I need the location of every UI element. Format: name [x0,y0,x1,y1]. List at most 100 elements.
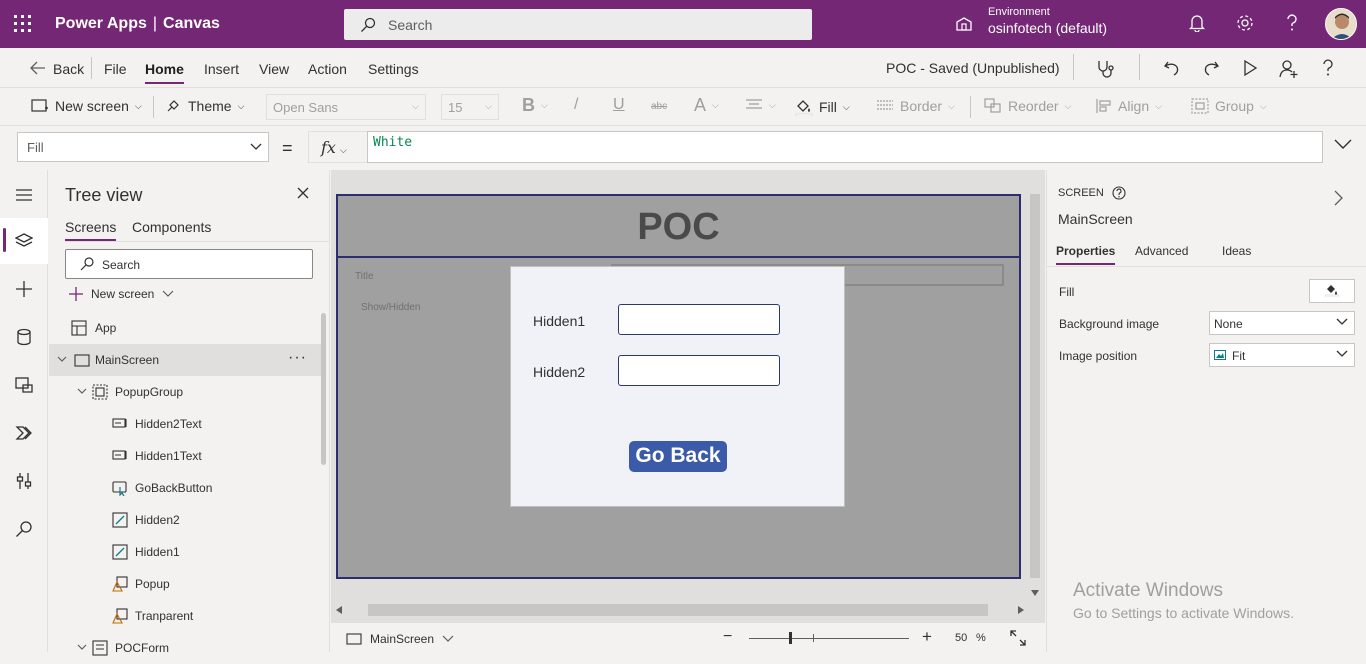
menu-action[interactable]: Action [308,61,347,77]
theme-button[interactable]: Theme ⌵ [166,98,244,114]
undo-icon[interactable] [1163,59,1181,77]
back-arrow-icon[interactable] [30,61,46,75]
strikethrough-button[interactable]: abc [651,101,667,112]
tab-screens[interactable]: Screens [65,219,117,241]
expand-formula-chevron-icon[interactable] [1334,139,1352,149]
help-icon[interactable] [1285,14,1299,32]
hidden2-label[interactable]: Hidden2 [533,364,585,380]
menu-view[interactable]: View [259,61,289,77]
help-question-icon[interactable] [1321,59,1335,77]
preview-play-icon[interactable] [1242,59,1258,77]
settings-gear-icon[interactable] [1236,14,1254,32]
tree-new-screen-button[interactable]: New screen [69,287,174,301]
environment-name[interactable]: osinfotech (default) [988,20,1107,36]
main-screen-preview[interactable]: POC Title Show/Hidden Hidden1 Hidden2 Go… [336,194,1021,579]
tree-item-hidden1text[interactable]: Hidden1Text [49,440,321,472]
insert-plus-icon[interactable] [15,280,33,298]
tree-item-popupgroup[interactable]: PopupGroup [49,376,321,408]
chevron-down-icon[interactable] [77,388,87,395]
scroll-right-arrow-icon[interactable] [1018,606,1024,614]
font-size-select[interactable]: 15 ⌵ [441,94,499,120]
tree-item-pocform[interactable]: POCForm [49,632,321,664]
italic-button[interactable]: / [574,96,578,114]
search-icon[interactable] [15,520,33,538]
fill-color-picker[interactable] [1309,279,1355,303]
show-hidden-label[interactable]: Show/Hidden [361,302,420,313]
border-button[interactable]: Border ⌵ [876,98,955,114]
power-automate-icon[interactable] [15,424,33,442]
app-launcher-icon[interactable] [14,15,32,33]
poc-title-banner[interactable]: POC [338,196,1019,258]
menu-home[interactable]: Home [145,61,184,84]
image-position-select[interactable]: Fit [1209,343,1355,367]
hidden1-input[interactable] [618,304,780,335]
environment-icon[interactable] [955,16,973,32]
more-options-icon[interactable]: ··· [288,349,307,367]
font-size-adjust-button[interactable]: A ⌵ [694,95,719,116]
background-image-select[interactable]: None [1209,311,1355,335]
screen-selector[interactable]: MainScreen [346,632,454,646]
font-family-select[interactable]: Open Sans ⌵ [266,94,426,120]
chevron-down-icon[interactable] [57,356,67,363]
reorder-button[interactable]: Reorder ⌵ [984,98,1071,114]
share-user-icon[interactable] [1279,59,1299,79]
tree-search-input[interactable]: Search [65,249,313,279]
tab-components[interactable]: Components [132,219,211,235]
chevron-right-icon[interactable] [1334,190,1343,206]
fill-button[interactable]: Fill ⌵ [795,98,850,116]
help-circle-icon[interactable] [1112,186,1126,200]
canvas-horizontal-scrollbar[interactable] [336,602,1026,618]
app-brand[interactable]: Power Apps | Canvas [55,15,220,33]
tree-item-popup[interactable]: Popup [49,568,321,600]
new-screen-button[interactable]: New screen ⌵ [31,98,142,114]
function-button[interactable]: fx ⌵ [308,131,368,163]
align-button[interactable]: Align ⌵ [1096,98,1162,114]
back-button[interactable]: Back [53,61,84,77]
close-icon[interactable] [297,187,309,199]
global-search-input[interactable]: Search [344,9,812,40]
property-select[interactable]: Fill [17,132,269,162]
go-back-button[interactable]: Go Back [629,441,727,472]
fit-to-window-icon[interactable] [1010,630,1026,646]
scroll-left-arrow-icon[interactable] [336,606,342,614]
formula-input[interactable]: White [367,131,1323,163]
text-align-button[interactable]: ⌵ [745,98,776,112]
zoom-out-button[interactable]: − [723,628,732,646]
tree-item-mainscreen[interactable]: MainScreen ··· [49,344,321,376]
tree-item-tranparent[interactable]: Tranparent [49,600,321,632]
zoom-in-button[interactable]: + [922,627,932,647]
scroll-down-arrow-icon[interactable] [1031,590,1039,596]
tab-ideas[interactable]: Ideas [1222,244,1251,258]
scroll-thumb[interactable] [1030,194,1040,578]
notifications-icon[interactable] [1189,14,1205,32]
data-cylinder-icon[interactable] [15,328,33,346]
tree-scrollbar[interactable] [321,313,326,465]
tab-properties[interactable]: Properties [1056,244,1116,265]
app-checker-stethoscope-icon[interactable] [1096,59,1116,79]
hamburger-menu-icon[interactable] [15,186,33,204]
menu-file[interactable]: File [104,61,127,77]
tree-item-gobackbutton[interactable]: GoBackButton [49,472,321,504]
scroll-thumb[interactable] [368,604,988,616]
user-avatar[interactable] [1325,8,1357,40]
hidden2-input[interactable] [618,355,780,386]
hidden1-label[interactable]: Hidden1 [533,313,585,329]
media-icon[interactable] [15,376,33,394]
menu-insert[interactable]: Insert [204,61,239,77]
zoom-slider[interactable] [749,638,909,639]
tree-item-hidden2[interactable]: Hidden2 [49,504,321,536]
tree-item-hidden2text[interactable]: Hidden2Text [49,408,321,440]
tab-advanced[interactable]: Advanced [1135,244,1188,258]
advanced-tools-icon[interactable] [15,472,33,490]
popup-dialog[interactable]: Hidden1 Hidden2 Go Back [510,266,845,507]
chevron-down-icon[interactable] [77,644,87,651]
canvas-vertical-scrollbar[interactable] [1029,194,1040,604]
underline-button[interactable]: U [613,96,625,114]
redo-icon[interactable] [1202,59,1220,77]
menu-settings[interactable]: Settings [368,61,419,77]
tree-view-layers-icon[interactable] [15,232,33,250]
title-label[interactable]: Title [355,271,374,282]
zoom-slider-thumb[interactable] [789,632,792,644]
bold-button[interactable]: B ⌵ [522,95,548,116]
group-button[interactable]: Group ⌵ [1191,98,1267,114]
